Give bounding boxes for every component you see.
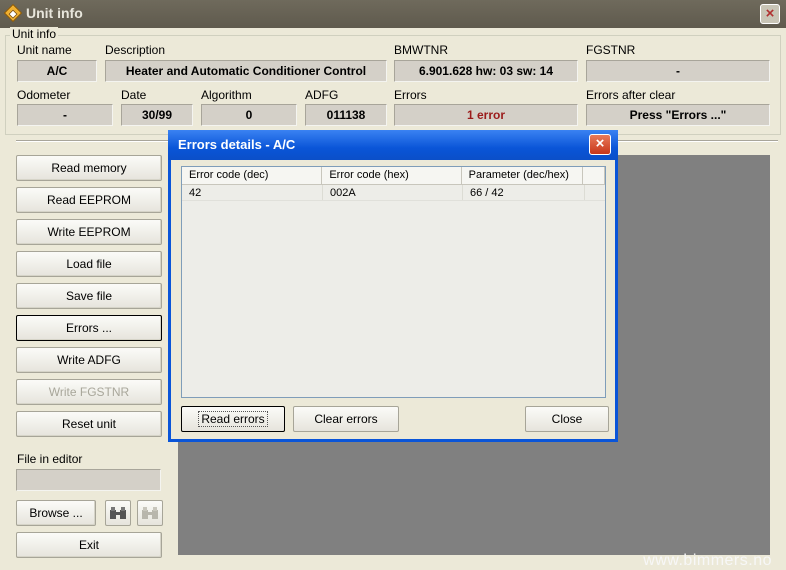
adfg-field: 011138 [305,104,387,126]
read-errors-label: Read errors [198,411,268,427]
errors-list-rows: 42 002A 66 / 42 [182,185,605,201]
cell-error-dec: 42 [182,185,323,200]
column-parameter[interactable]: Parameter (dec/hex) [461,167,584,185]
bmwtnr-label: BMWTNR [394,43,448,57]
window-close-button[interactable]: × [760,4,780,24]
read-memory-button[interactable]: Read memory [16,155,162,181]
algorithm-field: 0 [201,104,297,126]
save-file-button[interactable]: Save file [16,283,162,309]
bmwtnr-field: 6.901.628 hw: 03 sw: 14 [394,60,578,82]
binoculars-icon[interactable] [105,500,131,526]
description-field: Heater and Automatic Conditioner Control [105,60,387,82]
description-label: Description [105,43,166,57]
window-title: Unit info [26,5,83,21]
errors-field: 1 error [394,104,578,126]
column-filler [583,167,605,185]
dialog-title: Errors details - A/C [168,130,618,160]
cell-error-hex: 002A [323,185,463,200]
write-fgstnr-button[interactable]: Write FGSTNR [16,379,162,405]
date-label: Date [121,88,147,102]
column-error-code-dec[interactable]: Error code (dec) [182,167,323,185]
fgstnr-label: FGSTNR [586,43,636,57]
unit-info-group-label: Unit info [10,27,59,41]
watermark: www.bimmers.no [643,552,772,569]
column-error-code-hex[interactable]: Error code (hex) [322,167,462,185]
errors-label: Errors [394,88,427,102]
reset-unit-button[interactable]: Reset unit [16,411,162,437]
algorithm-label: Algorithm [201,88,252,102]
errors-list[interactable]: Error code (dec) Error code (hex) Parame… [181,166,606,398]
errors-after-clear-label: Errors after clear [586,88,676,102]
odometer-field: - [17,104,113,126]
binoculars-disabled-icon[interactable] [137,500,163,526]
dialog-close-icon[interactable]: × [589,134,611,155]
write-adfg-button[interactable]: Write ADFG [16,347,162,373]
load-file-button[interactable]: Load file [16,251,162,277]
odometer-label: Odometer [17,88,71,102]
errors-list-header: Error code (dec) Error code (hex) Parame… [182,167,605,185]
read-eeprom-button[interactable]: Read EEPROM [16,187,162,213]
fgstnr-field: - [586,60,770,82]
unit-name-label: Unit name [17,43,72,57]
errors-after-clear-field: Press "Errors ..." [586,104,770,126]
app-icon [3,3,23,23]
errors-button[interactable]: Errors ... [16,315,162,341]
clear-errors-button[interactable]: Clear errors [293,406,399,432]
dialog-close-button[interactable]: Close [525,406,609,432]
adfg-label: ADFG [305,88,339,102]
file-in-editor-label: File in editor [17,452,83,466]
write-eeprom-button[interactable]: Write EEPROM [16,219,162,245]
errors-details-dialog: Errors details - A/C × Error code (dec) … [168,130,618,442]
file-in-editor-field [16,469,161,491]
unit-name-field: A/C [17,60,97,82]
cell-parameter: 66 / 42 [463,185,585,200]
browse-button[interactable]: Browse ... [16,500,96,526]
exit-button[interactable]: Exit [16,532,162,558]
read-errors-button[interactable]: Read errors [181,406,285,432]
table-row[interactable]: 42 002A 66 / 42 [182,185,605,201]
date-field: 30/99 [121,104,193,126]
window-titlebar: Unit info × [0,0,786,28]
